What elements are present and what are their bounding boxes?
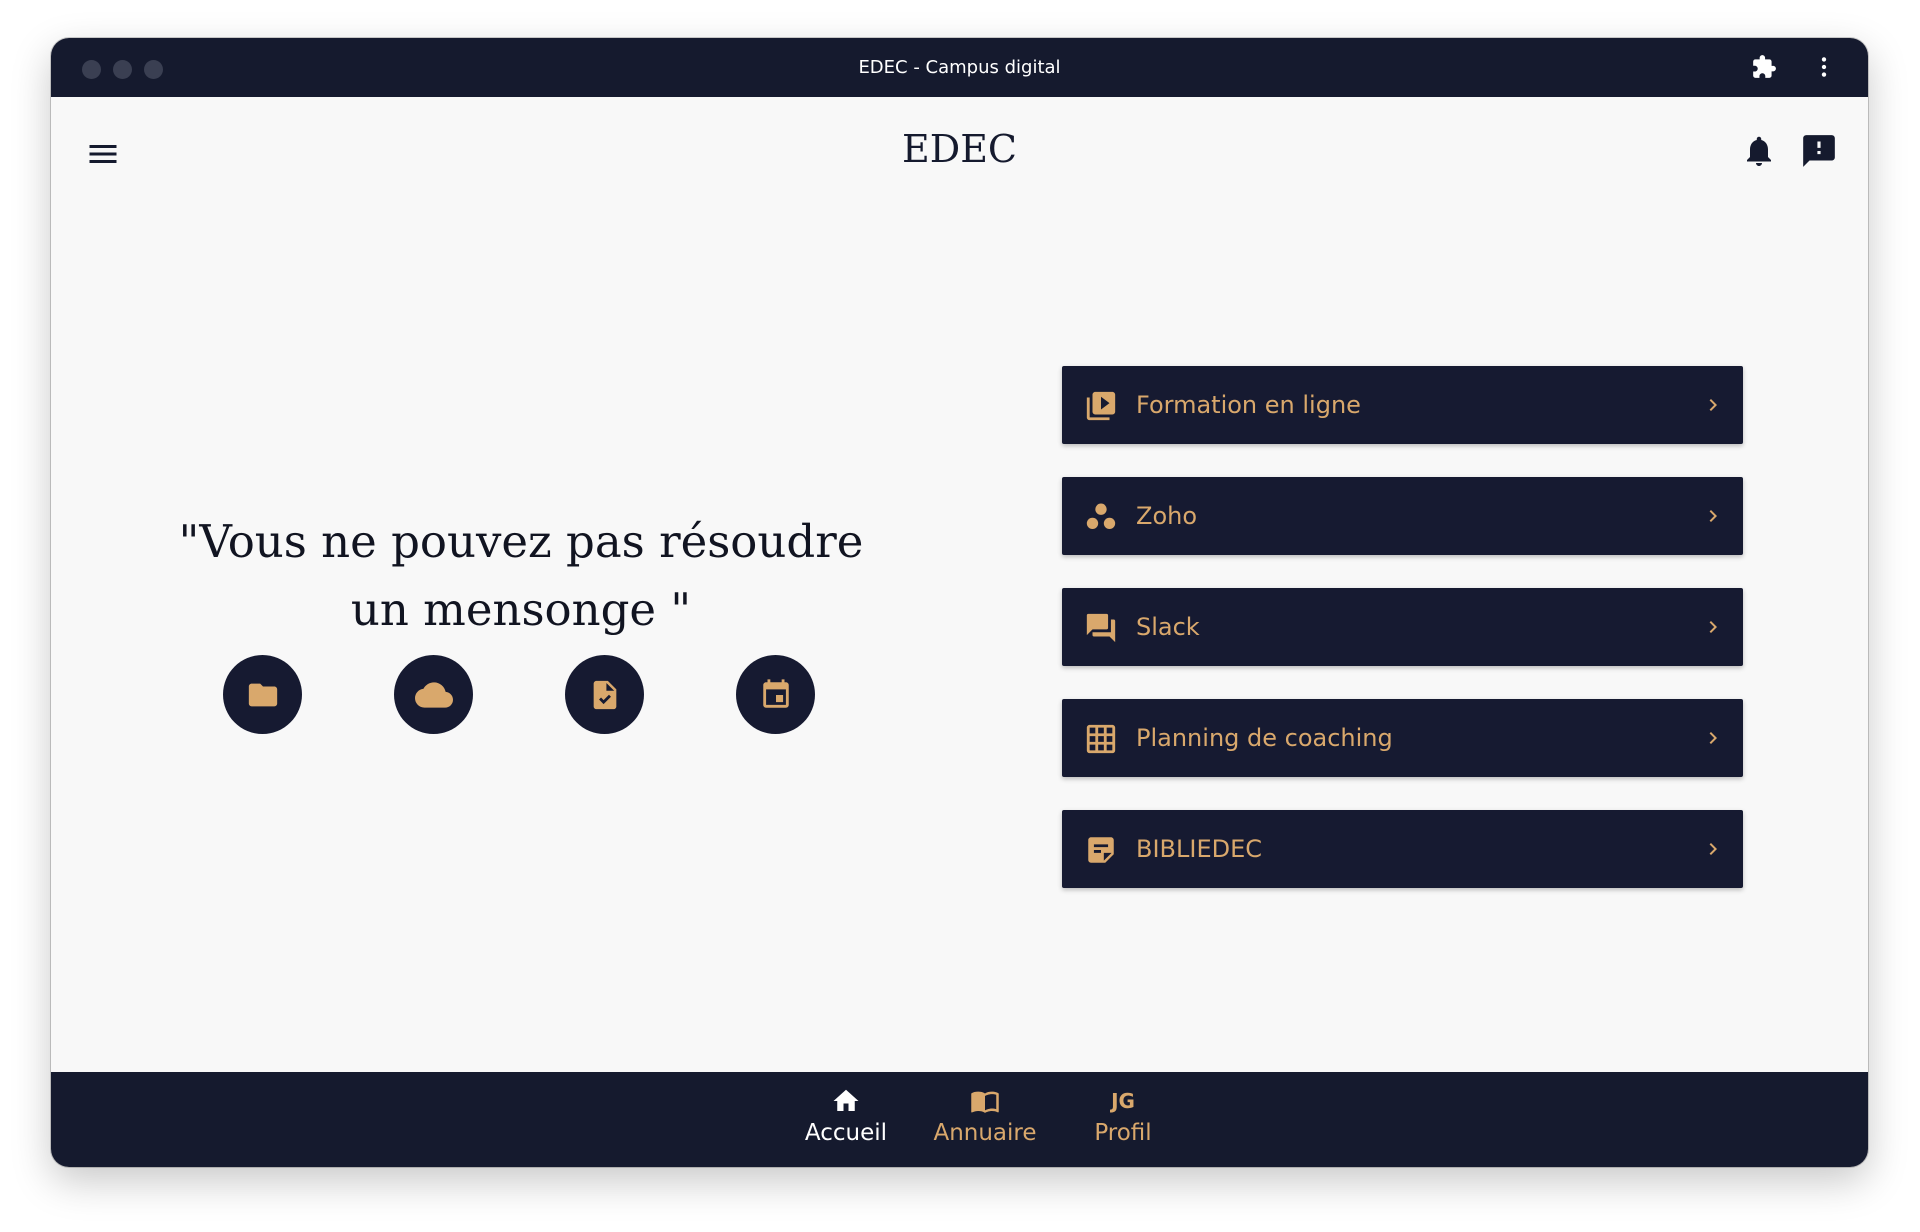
window-title: EDEC - Campus digital bbox=[858, 57, 1061, 78]
link-formation-en-ligne[interactable]: Formation en ligne bbox=[1062, 366, 1743, 444]
chevron-right-icon bbox=[1709, 510, 1717, 522]
link-slack[interactable]: Slack bbox=[1062, 588, 1743, 666]
book-icon bbox=[971, 1091, 999, 1113]
chevron-right-icon bbox=[1709, 621, 1717, 633]
file-check-button[interactable] bbox=[565, 655, 644, 734]
nav-item-profil[interactable]: JG Profil bbox=[1063, 1072, 1183, 1167]
nav-label: Accueil bbox=[804, 1120, 888, 1146]
link-planning-de-coaching[interactable]: Planning de coaching bbox=[1062, 699, 1743, 777]
avatar-initials: JG bbox=[1111, 1089, 1135, 1113]
link-label: Planning de coaching bbox=[1136, 724, 1393, 752]
chevron-right-icon bbox=[1709, 843, 1717, 855]
forum-icon bbox=[1086, 613, 1116, 643]
link-label: Zoho bbox=[1136, 502, 1198, 530]
nav-label: Annuaire bbox=[933, 1120, 1037, 1146]
link-label: Slack bbox=[1136, 613, 1200, 641]
quote-text: "Vous ne pouvez pas résoudre un mensonge… bbox=[178, 515, 864, 636]
video-library-icon bbox=[1086, 391, 1116, 421]
more-vert-icon[interactable] bbox=[1811, 54, 1837, 80]
home-icon bbox=[833, 1089, 859, 1111]
cloud-icon bbox=[414, 681, 453, 708]
chevron-right-icon bbox=[1709, 399, 1717, 411]
workspaces-icon bbox=[1086, 503, 1116, 530]
app-window: EDEC - Campus digital EDEC "Vous ne pouv… bbox=[51, 38, 1868, 1167]
grid-icon bbox=[1086, 724, 1116, 754]
bell-icon[interactable] bbox=[1741, 132, 1777, 170]
nav-item-annuaire[interactable]: Annuaire bbox=[915, 1072, 1055, 1167]
cloud-button[interactable] bbox=[394, 655, 473, 734]
folder-button[interactable] bbox=[223, 655, 302, 734]
nav-item-accueil[interactable]: Accueil bbox=[786, 1072, 906, 1167]
feedback-icon[interactable] bbox=[1799, 132, 1839, 170]
puzzle-icon[interactable] bbox=[1751, 54, 1777, 80]
nav-label: Profil bbox=[1094, 1120, 1152, 1146]
file-check-icon bbox=[593, 680, 616, 709]
app-brand: EDEC bbox=[901, 127, 1018, 171]
bottom-navigation: Accueil Annuaire JG Profil bbox=[51, 1072, 1868, 1167]
chevron-right-icon bbox=[1709, 732, 1717, 744]
link-label: BIBLIEDEC bbox=[1136, 835, 1263, 863]
calendar-icon bbox=[762, 678, 789, 708]
sticky-note-icon bbox=[1088, 837, 1114, 863]
app-header: EDEC bbox=[51, 97, 1868, 209]
folder-icon bbox=[248, 683, 277, 706]
link-bibliedec[interactable]: BIBLIEDEC bbox=[1062, 810, 1743, 888]
link-zoho[interactable]: Zoho bbox=[1062, 477, 1743, 555]
calendar-button[interactable] bbox=[736, 655, 815, 734]
link-label: Formation en ligne bbox=[1136, 391, 1361, 419]
window-titlebar: EDEC - Campus digital bbox=[51, 38, 1868, 97]
